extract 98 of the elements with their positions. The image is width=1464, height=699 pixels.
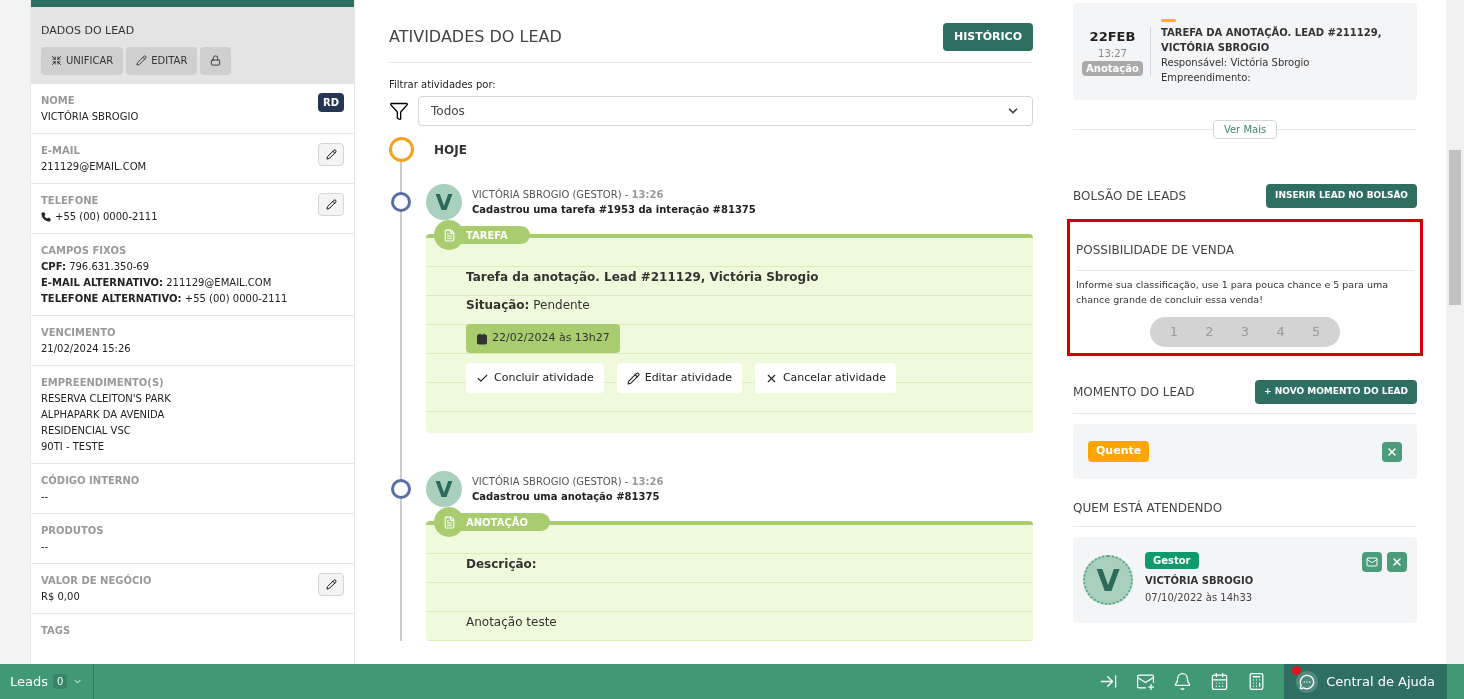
- cancel-button[interactable]: Cancelar atividade: [754, 363, 897, 393]
- see-more-button[interactable]: Ver Mais: [1212, 120, 1278, 139]
- pencil-icon: [325, 198, 337, 210]
- activity-summary: Cadastrou uma anotação #81375: [472, 490, 661, 504]
- field-label: VENCIMENTO: [41, 325, 117, 340]
- day-label: HOJE: [434, 141, 467, 159]
- pencil-icon: [325, 148, 337, 160]
- pencil-icon: [325, 578, 337, 590]
- chat-icon: [1296, 670, 1319, 693]
- field-value: 211129@EMAIL.COM: [41, 159, 147, 174]
- section-title: QUEM ESTÁ ATENDENDO: [1073, 499, 1223, 517]
- role-badge: Gestor: [1145, 552, 1199, 569]
- scrollbar-thumb[interactable]: [1449, 150, 1461, 305]
- field-label: TAGS: [41, 623, 71, 638]
- user-avatar: V: [426, 184, 462, 220]
- history-button[interactable]: HISTÓRICO: [942, 23, 1033, 51]
- field-label: NOME: [41, 93, 76, 108]
- lock-icon: [210, 55, 222, 66]
- card-title: Tarefa da anotação. Lead #211129, Victória Sbrogio: [466, 269, 820, 286]
- close-icon: [1391, 556, 1403, 568]
- attendant-name: VICTÓRIA SBROGIO: [1145, 573, 1255, 588]
- section-title: MOMENTO DO LEAD: [1073, 384, 1195, 401]
- pool-button[interactable]: INSERIR LEAD NO BOLSÃO: [1266, 184, 1417, 208]
- task-type-badge: Anotação: [1082, 61, 1143, 77]
- leads-menu[interactable]: Leads 0: [0, 664, 95, 699]
- field-label: EMPREENDIMENTO(S): [41, 375, 165, 390]
- field-value: --: [41, 489, 49, 504]
- panel-title: DADOS DO LEAD: [41, 23, 136, 39]
- edit-button[interactable]: [318, 192, 344, 216]
- collapse-icon[interactable]: [1099, 672, 1119, 691]
- leads-count: 0: [53, 674, 68, 689]
- field-label: CÓDIGO INTERNO: [41, 473, 140, 488]
- field-label: PRODUTOS: [41, 523, 104, 538]
- filter-select[interactable]: Todos: [418, 96, 1033, 126]
- task-project: Empreendimento:: [1161, 70, 1252, 85]
- merge-icon: [51, 55, 62, 66]
- attendant-since: 07/10/2022 às 14h33: [1145, 591, 1254, 605]
- task-day: 22FEB: [1089, 26, 1136, 47]
- due-date-badge: 22/02/2024 às 13h27: [466, 324, 620, 353]
- filter-label: Filtrar atividades por:: [389, 78, 497, 92]
- field-value: R$ 0,00: [41, 589, 80, 604]
- field-value: CPF: 796.631.350-69: [41, 259, 150, 274]
- pencil-icon: [136, 55, 148, 66]
- activity-author: VICTÓRIA SBROGIO (GESTOR) - 13:26: [472, 187, 665, 202]
- close-icon: [1386, 445, 1398, 458]
- section-title: POSSIBILIDADE DE VENDA: [1076, 243, 1234, 257]
- field-value: RESIDENCIAL VSC: [41, 423, 131, 438]
- sale-chance-hint: Informe sua classificação, use 1 para pouca chance e 5 para uma chance grande de concluir essa venda!: [1076, 278, 1390, 307]
- task-status: Situação: Pendente: [466, 297, 591, 314]
- priority-mark: [1161, 18, 1176, 22]
- task-time: 13:27: [1098, 47, 1127, 62]
- field-label: TELEFONE: [41, 193, 100, 208]
- field-label: VALOR DE NEGÓCIO: [41, 573, 152, 588]
- remove-button[interactable]: [1387, 552, 1407, 572]
- email-button[interactable]: [1362, 552, 1382, 572]
- lock-button[interactable]: [200, 46, 232, 75]
- field-label: E-MAIL: [41, 143, 81, 158]
- edit-button[interactable]: [318, 142, 344, 166]
- field-value: 90TI - TESTE: [41, 439, 104, 454]
- edit-activity-button[interactable]: Editar atividade: [616, 363, 742, 393]
- calendar-icon[interactable]: [1210, 672, 1230, 691]
- edit-button[interactable]: [318, 572, 344, 596]
- section-title: BOLSÃO DE LEADS: [1073, 187, 1187, 205]
- field-value: E-MAIL ALTERNATIVO: 211129@EMAIL.COM: [41, 275, 272, 290]
- timeline-marker: [391, 479, 411, 499]
- card-title: Descrição:: [466, 556, 538, 573]
- field-value: ALPHAPARK DA AVENIDA: [41, 407, 165, 422]
- task-responsible: Responsável: Victória Sbrogio: [1161, 55, 1311, 70]
- new-moment-button[interactable]: + NOVO MOMENTO DO LEAD: [1255, 380, 1417, 404]
- moment-tag: Quente: [1088, 441, 1150, 462]
- edit-button[interactable]: EDITAR: [126, 46, 198, 75]
- remove-button[interactable]: [1382, 441, 1402, 462]
- merge-button[interactable]: UNIFICAR: [41, 46, 124, 75]
- user-avatar: V: [426, 471, 462, 507]
- field-value: RESERVA CLEITON'S PARK: [41, 391, 171, 406]
- user-avatar: V: [1083, 555, 1133, 605]
- bell-icon[interactable]: [1173, 672, 1193, 691]
- section-title: ATIVIDADES DO LEAD: [389, 26, 562, 48]
- field-value: TELEFONE ALTERNATIVO: +55 (00) 0000-2111: [41, 291, 288, 306]
- mail-icon: [1366, 556, 1378, 568]
- timeline-day-marker: [389, 137, 414, 162]
- field-label: CAMPOS FIXOS: [41, 243, 128, 258]
- task-title: TAREFA DA ANOTAÇÃO. LEAD #211129, VICTÓRIA SBROGIO: [1161, 25, 1383, 55]
- field-value: +55 (00) 0000-2111: [55, 209, 158, 224]
- activity-author: VICTÓRIA SBROGIO (GESTOR) - 13:26: [472, 474, 664, 489]
- field-value: VICTÓRIA SBROGIO: [41, 109, 139, 124]
- help-center-button[interactable]: Central de Ajuda: [1284, 664, 1447, 699]
- complete-button[interactable]: Concluir atividade: [466, 363, 604, 393]
- mail-icon[interactable]: [1136, 672, 1156, 691]
- source-badge: RD: [318, 92, 344, 112]
- phone-icon: [41, 211, 51, 222]
- field-value: 21/02/2024 15:26: [41, 341, 131, 356]
- filter-icon: [389, 101, 409, 121]
- pencil-icon: [626, 371, 640, 385]
- field-value: --: [41, 539, 49, 554]
- activity-summary: Cadastrou uma tarefa #1953 da interação #81375: [472, 203, 756, 217]
- note-body: Anotação teste: [466, 614, 558, 631]
- timeline-marker: [391, 192, 411, 212]
